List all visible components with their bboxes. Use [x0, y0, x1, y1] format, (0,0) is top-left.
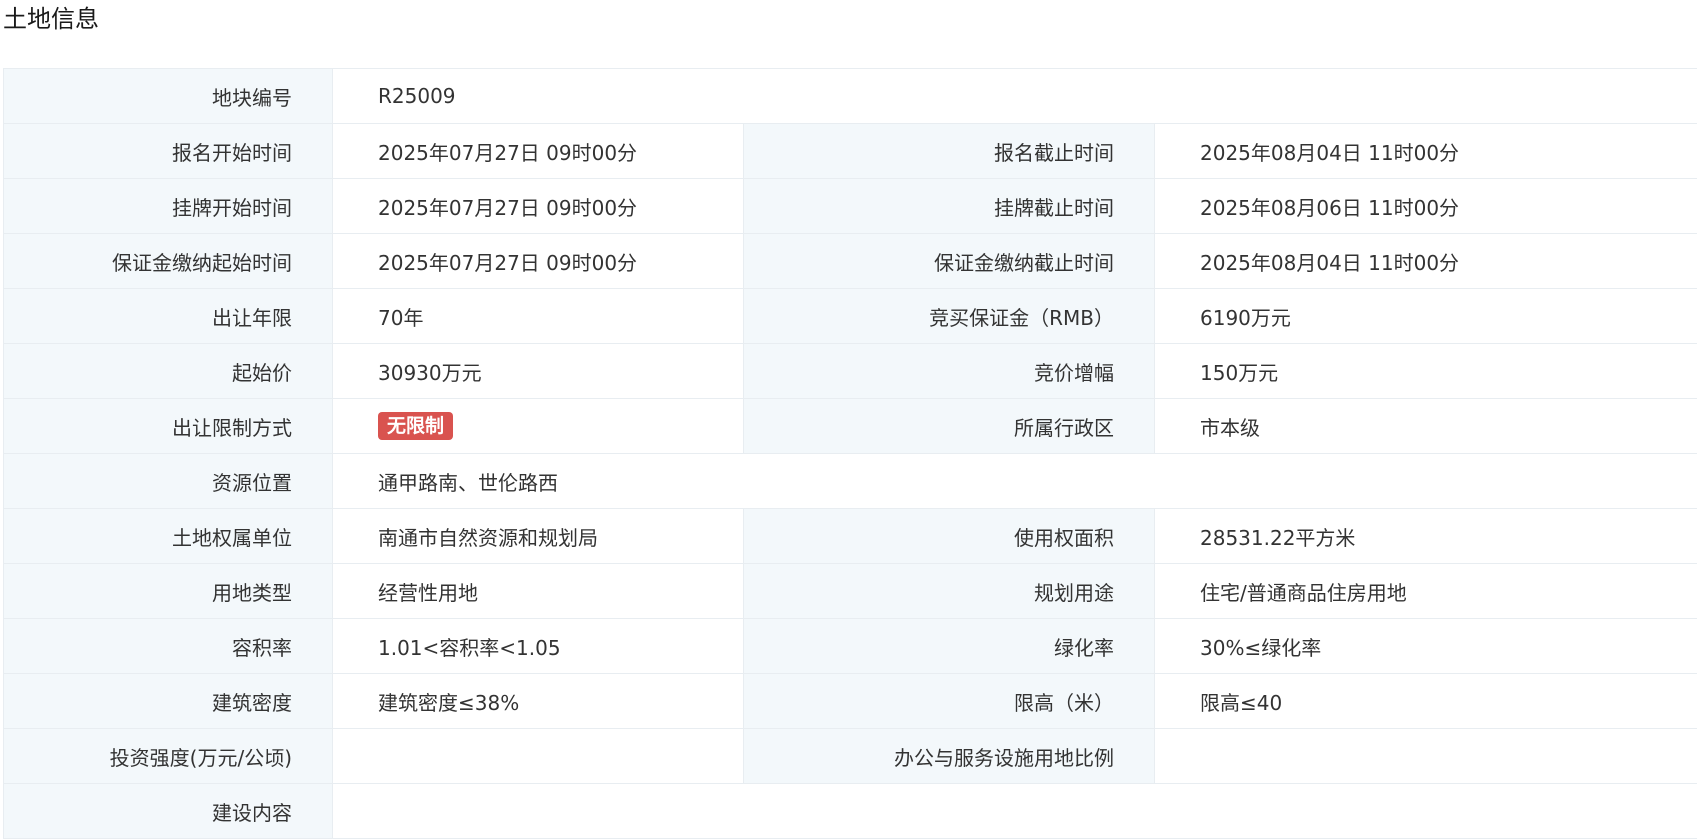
field-value: [333, 784, 1697, 839]
field-value: 2025年08月04日 11时00分: [1155, 234, 1697, 289]
field-label: 资源位置: [4, 454, 333, 509]
table-row: 报名开始时间 2025年07月27日 09时00分 报名截止时间 2025年08…: [4, 124, 1697, 179]
field-label: 地块编号: [4, 69, 333, 124]
field-label: 报名截止时间: [744, 124, 1155, 179]
field-label: 出让限制方式: [4, 399, 333, 454]
field-label: 土地权属单位: [4, 509, 333, 564]
field-label: 报名开始时间: [4, 124, 333, 179]
field-value: 建筑密度≤38%: [333, 674, 744, 729]
field-label: 挂牌开始时间: [4, 179, 333, 234]
land-info-table: 地块编号 R25009 报名开始时间 2025年07月27日 09时00分 报名…: [3, 68, 1697, 839]
field-value: 限高≤40: [1155, 674, 1697, 729]
field-label: 保证金缴纳起始时间: [4, 234, 333, 289]
field-value: 28531.22平方米: [1155, 509, 1697, 564]
field-value: R25009: [333, 69, 1697, 124]
field-value: 市本级: [1155, 399, 1697, 454]
field-label: 投资强度(万元/公顷): [4, 729, 333, 784]
field-value: 150万元: [1155, 344, 1697, 399]
table-row: 挂牌开始时间 2025年07月27日 09时00分 挂牌截止时间 2025年08…: [4, 179, 1697, 234]
field-label: 出让年限: [4, 289, 333, 344]
field-value: 经营性用地: [333, 564, 744, 619]
field-value: 住宅/普通商品住房用地: [1155, 564, 1697, 619]
field-label: 所属行政区: [744, 399, 1155, 454]
field-label: 保证金缴纳截止时间: [744, 234, 1155, 289]
field-value: 1.01<容积率<1.05: [333, 619, 744, 674]
field-value: 2025年07月27日 09时00分: [333, 179, 744, 234]
field-label: 办公与服务设施用地比例: [744, 729, 1155, 784]
table-row: 土地权属单位 南通市自然资源和规划局 使用权面积 28531.22平方米: [4, 509, 1697, 564]
field-value: [1155, 729, 1697, 784]
field-value: 30930万元: [333, 344, 744, 399]
table-row: 出让年限 70年 竞买保证金（RMB） 6190万元: [4, 289, 1697, 344]
table-row: 投资强度(万元/公顷) 办公与服务设施用地比例: [4, 729, 1697, 784]
field-value: 30%≤绿化率: [1155, 619, 1697, 674]
field-label: 挂牌截止时间: [744, 179, 1155, 234]
table-row: 出让限制方式 无限制 所属行政区 市本级: [4, 399, 1697, 454]
page-title: 土地信息: [3, 2, 99, 36]
table-row: 建设内容: [4, 784, 1697, 839]
field-label: 竞价增幅: [744, 344, 1155, 399]
field-value: 无限制: [333, 399, 744, 454]
field-label: 用地类型: [4, 564, 333, 619]
table-row: 起始价 30930万元 竞价增幅 150万元: [4, 344, 1697, 399]
field-label: 限高（米）: [744, 674, 1155, 729]
field-label: 起始价: [4, 344, 333, 399]
field-value: 2025年07月27日 09时00分: [333, 234, 744, 289]
restriction-badge: 无限制: [378, 412, 453, 440]
field-value: 南通市自然资源和规划局: [333, 509, 744, 564]
field-label: 竞买保证金（RMB）: [744, 289, 1155, 344]
field-label: 建设内容: [4, 784, 333, 839]
field-label: 规划用途: [744, 564, 1155, 619]
table-row: 地块编号 R25009: [4, 69, 1697, 124]
field-label: 容积率: [4, 619, 333, 674]
field-label: 绿化率: [744, 619, 1155, 674]
table-row: 容积率 1.01<容积率<1.05 绿化率 30%≤绿化率: [4, 619, 1697, 674]
field-label: 使用权面积: [744, 509, 1155, 564]
table-row: 建筑密度 建筑密度≤38% 限高（米） 限高≤40: [4, 674, 1697, 729]
field-value: 2025年08月04日 11时00分: [1155, 124, 1697, 179]
field-value: [333, 729, 744, 784]
table-row: 保证金缴纳起始时间 2025年07月27日 09时00分 保证金缴纳截止时间 2…: [4, 234, 1697, 289]
field-value: 通甲路南、世伦路西: [333, 454, 1697, 509]
table-row: 资源位置 通甲路南、世伦路西: [4, 454, 1697, 509]
field-value: 2025年07月27日 09时00分: [333, 124, 744, 179]
field-label: 建筑密度: [4, 674, 333, 729]
table-row: 用地类型 经营性用地 规划用途 住宅/普通商品住房用地: [4, 564, 1697, 619]
field-value: 2025年08月06日 11时00分: [1155, 179, 1697, 234]
field-value: 70年: [333, 289, 744, 344]
field-value: 6190万元: [1155, 289, 1697, 344]
